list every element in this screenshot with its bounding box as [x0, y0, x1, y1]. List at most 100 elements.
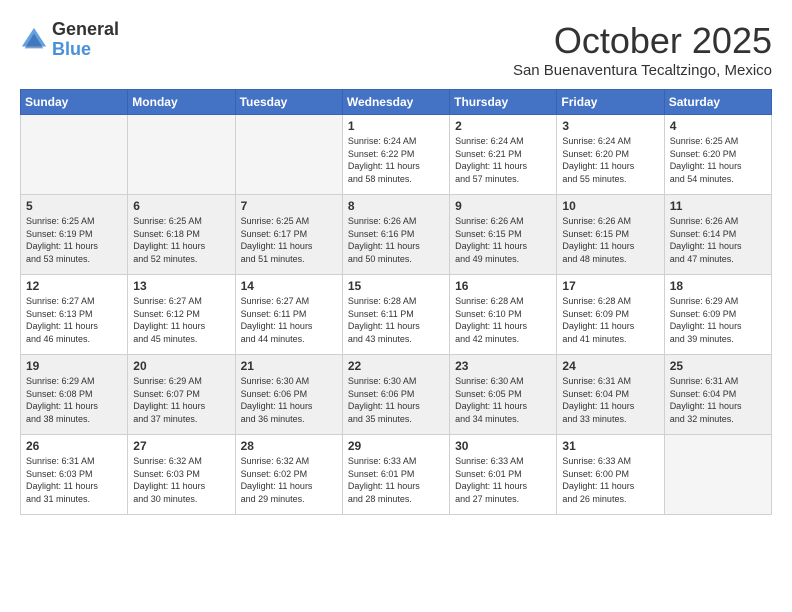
cell-text: Sunrise: 6:27 AM Sunset: 6:13 PM Dayligh…: [26, 295, 122, 345]
day-number: 4: [670, 119, 766, 133]
calendar-cell: 21 Sunrise: 6:30 AM Sunset: 6:06 PM Dayli…: [235, 355, 342, 435]
cell-text: Sunrise: 6:27 AM Sunset: 6:11 PM Dayligh…: [241, 295, 337, 345]
calendar-cell: 17Sunrise: 6:28 AM Sunset: 6:09 PM Dayli…: [557, 275, 664, 355]
calendar-cell: 20 Sunrise: 6:29 AM Sunset: 6:07 PM Dayli…: [128, 355, 235, 435]
day-number: 27: [133, 439, 229, 453]
day-number: 6: [133, 199, 229, 213]
calendar-cell: 3Sunrise: 6:24 AM Sunset: 6:20 PM Daylig…: [557, 115, 664, 195]
calendar-cell: 26 Sunrise: 6:31 AM Sunset: 6:03 PM Dayli…: [21, 435, 128, 515]
cell-text: Sunrise: 6:31 AM Sunset: 6:04 PM Dayligh…: [562, 375, 658, 425]
calendar-title: October 2025: [513, 20, 772, 62]
day-number: 12: [26, 279, 122, 293]
cell-text: Sunrise: 6:28 AM Sunset: 6:11 PM Dayligh…: [348, 295, 444, 345]
day-number: 13: [133, 279, 229, 293]
day-number: 16: [455, 279, 551, 293]
day-number: 23: [455, 359, 551, 373]
cell-text: Sunrise: 6:24 AM Sunset: 6:22 PM Dayligh…: [348, 135, 444, 185]
calendar-body: 1 Sunrise: 6:24 AM Sunset: 6:22 PM Daylig…: [21, 115, 772, 515]
cell-text: Sunrise: 6:29 AM Sunset: 6:07 PM Dayligh…: [133, 375, 229, 425]
cell-text: Sunrise: 6:30 AM Sunset: 6:06 PM Dayligh…: [241, 375, 337, 425]
day-number: 11: [670, 199, 766, 213]
day-number: 1: [348, 119, 444, 133]
logo-text: General Blue: [52, 20, 119, 60]
day-header-friday: Friday: [557, 90, 664, 115]
day-header-sunday: Sunday: [21, 90, 128, 115]
day-number: 20: [133, 359, 229, 373]
day-header-saturday: Saturday: [664, 90, 771, 115]
calendar-cell: [235, 115, 342, 195]
cell-text: Sunrise: 6:32 AM Sunset: 6:02 PM Dayligh…: [241, 455, 337, 505]
logo-blue: Blue: [52, 39, 91, 59]
cell-text: Sunrise: 6:29 AM Sunset: 6:08 PM Dayligh…: [26, 375, 122, 425]
day-header-wednesday: Wednesday: [342, 90, 449, 115]
calendar-cell: 13 Sunrise: 6:27 AM Sunset: 6:12 PM Dayli…: [128, 275, 235, 355]
calendar-cell: 16 Sunrise: 6:28 AM Sunset: 6:10 PM Dayli…: [450, 275, 557, 355]
week-row-5: 26 Sunrise: 6:31 AM Sunset: 6:03 PM Dayli…: [21, 435, 772, 515]
day-number: 25: [670, 359, 766, 373]
calendar-cell: 19 Sunrise: 6:29 AM Sunset: 6:08 PM Dayli…: [21, 355, 128, 435]
cell-text: Sunrise: 6:26 AM Sunset: 6:14 PM Dayligh…: [670, 215, 766, 265]
calendar-cell: 1 Sunrise: 6:24 AM Sunset: 6:22 PM Daylig…: [342, 115, 449, 195]
day-number: 7: [241, 199, 337, 213]
logo-icon: [20, 26, 48, 54]
page-header: General Blue October 2025 San Buenaventu…: [20, 20, 772, 79]
calendar-subtitle: San Buenaventura Tecaltzingo, Mexico: [513, 62, 772, 79]
cell-text: Sunrise: 6:26 AM Sunset: 6:15 PM Dayligh…: [562, 215, 658, 265]
cell-text: Sunrise: 6:31 AM Sunset: 6:03 PM Dayligh…: [26, 455, 122, 505]
calendar-cell: [21, 115, 128, 195]
calendar-cell: 29Sunrise: 6:33 AM Sunset: 6:01 PM Dayli…: [342, 435, 449, 515]
calendar-cell: 2Sunrise: 6:24 AM Sunset: 6:21 PM Daylig…: [450, 115, 557, 195]
day-number: 5: [26, 199, 122, 213]
cell-text: Sunrise: 6:33 AM Sunset: 6:01 PM Dayligh…: [348, 455, 444, 505]
day-number: 19: [26, 359, 122, 373]
cell-text: Sunrise: 6:25 AM Sunset: 6:20 PM Dayligh…: [670, 135, 766, 185]
cell-text: Sunrise: 6:26 AM Sunset: 6:16 PM Dayligh…: [348, 215, 444, 265]
day-number: 9: [455, 199, 551, 213]
day-number: 24: [562, 359, 658, 373]
calendar-cell: 9 Sunrise: 6:26 AM Sunset: 6:15 PM Daylig…: [450, 195, 557, 275]
cell-text: Sunrise: 6:28 AM Sunset: 6:10 PM Dayligh…: [455, 295, 551, 345]
calendar-cell: 14Sunrise: 6:27 AM Sunset: 6:11 PM Dayli…: [235, 275, 342, 355]
calendar-cell: 30Sunrise: 6:33 AM Sunset: 6:01 PM Dayli…: [450, 435, 557, 515]
calendar-cell: 23Sunrise: 6:30 AM Sunset: 6:05 PM Dayli…: [450, 355, 557, 435]
calendar-cell: 6 Sunrise: 6:25 AM Sunset: 6:18 PM Daylig…: [128, 195, 235, 275]
day-header-tuesday: Tuesday: [235, 90, 342, 115]
calendar-cell: 24 Sunrise: 6:31 AM Sunset: 6:04 PM Dayli…: [557, 355, 664, 435]
day-number: 21: [241, 359, 337, 373]
day-number: 15: [348, 279, 444, 293]
cell-text: Sunrise: 6:25 AM Sunset: 6:17 PM Dayligh…: [241, 215, 337, 265]
cell-text: Sunrise: 6:27 AM Sunset: 6:12 PM Dayligh…: [133, 295, 229, 345]
cell-text: Sunrise: 6:26 AM Sunset: 6:15 PM Dayligh…: [455, 215, 551, 265]
day-number: 10: [562, 199, 658, 213]
day-number: 31: [562, 439, 658, 453]
week-row-2: 5 Sunrise: 6:25 AM Sunset: 6:19 PM Daylig…: [21, 195, 772, 275]
calendar-cell: 18 Sunrise: 6:29 AM Sunset: 6:09 PM Dayli…: [664, 275, 771, 355]
calendar-cell: 8Sunrise: 6:26 AM Sunset: 6:16 PM Daylig…: [342, 195, 449, 275]
day-number: 3: [562, 119, 658, 133]
cell-text: Sunrise: 6:33 AM Sunset: 6:00 PM Dayligh…: [562, 455, 658, 505]
title-area: October 2025 San Buenaventura Tecaltzing…: [513, 20, 772, 79]
day-header-thursday: Thursday: [450, 90, 557, 115]
logo-general: General: [52, 19, 119, 39]
calendar-cell: 11 Sunrise: 6:26 AM Sunset: 6:14 PM Dayli…: [664, 195, 771, 275]
calendar-cell: 15 Sunrise: 6:28 AM Sunset: 6:11 PM Dayli…: [342, 275, 449, 355]
cell-text: Sunrise: 6:28 AM Sunset: 6:09 PM Dayligh…: [562, 295, 658, 345]
day-header-row: SundayMondayTuesdayWednesdayThursdayFrid…: [21, 90, 772, 115]
day-number: 18: [670, 279, 766, 293]
cell-text: Sunrise: 6:33 AM Sunset: 6:01 PM Dayligh…: [455, 455, 551, 505]
week-row-3: 12 Sunrise: 6:27 AM Sunset: 6:13 PM Dayli…: [21, 275, 772, 355]
cell-text: Sunrise: 6:25 AM Sunset: 6:18 PM Dayligh…: [133, 215, 229, 265]
calendar-table: SundayMondayTuesdayWednesdayThursdayFrid…: [20, 89, 772, 515]
calendar-cell: 4 Sunrise: 6:25 AM Sunset: 6:20 PM Daylig…: [664, 115, 771, 195]
day-number: 22: [348, 359, 444, 373]
calendar-cell: 28Sunrise: 6:32 AM Sunset: 6:02 PM Dayli…: [235, 435, 342, 515]
week-row-4: 19 Sunrise: 6:29 AM Sunset: 6:08 PM Dayli…: [21, 355, 772, 435]
day-number: 26: [26, 439, 122, 453]
calendar-cell: [128, 115, 235, 195]
calendar-cell: 25Sunrise: 6:31 AM Sunset: 6:04 PM Dayli…: [664, 355, 771, 435]
day-number: 2: [455, 119, 551, 133]
cell-text: Sunrise: 6:29 AM Sunset: 6:09 PM Dayligh…: [670, 295, 766, 345]
calendar-cell: 10 Sunrise: 6:26 AM Sunset: 6:15 PM Dayli…: [557, 195, 664, 275]
cell-text: Sunrise: 6:25 AM Sunset: 6:19 PM Dayligh…: [26, 215, 122, 265]
calendar-cell: 31 Sunrise: 6:33 AM Sunset: 6:00 PM Dayli…: [557, 435, 664, 515]
